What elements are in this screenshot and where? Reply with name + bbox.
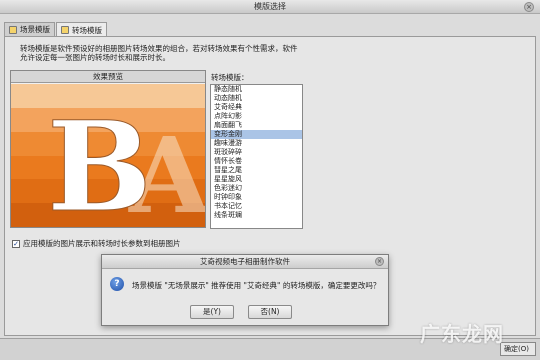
description-line-2: 允许设定每一张图片的转场时长和展示时长。 — [20, 53, 170, 62]
description-text: 转场模版是软件预设好的相册图片转场效果的组合，若对转场效果有个性需求，软件 允许… — [20, 44, 320, 62]
yes-button[interactable]: 是(Y) — [190, 305, 234, 319]
tab-bar: 场景模版 转场模版 — [4, 22, 108, 37]
apply-params-label: 应用模版的图片展示和转场时长参数到相册图片 — [23, 239, 181, 248]
tab-label: 转场模版 — [72, 25, 102, 35]
window-titlebar: 模版选择 × — [0, 0, 540, 14]
window-title: 模版选择 — [254, 2, 286, 11]
transition-list-item[interactable]: 点阵幻影 — [211, 112, 302, 121]
transition-list-item[interactable]: 斑驳碎碎 — [211, 148, 302, 157]
transition-list-item[interactable]: 色彩迷幻 — [211, 184, 302, 193]
scene-template-icon — [9, 25, 17, 34]
transition-list-item[interactable]: 彗星之尾 — [211, 166, 302, 175]
preview-image: A B — [11, 84, 205, 227]
template-selection-window: 模版选择 × 场景模版 转场模版 转场模版是软件预设好的相册图片转场效果的组合，… — [0, 0, 540, 360]
transition-list-item[interactable]: 动态随机 — [211, 94, 302, 103]
dialog-titlebar: 艾奇视频电子相册制作软件 × — [102, 255, 388, 269]
effect-preview-box: 效果预览 A B — [10, 70, 206, 228]
window-close-button[interactable]: × — [524, 2, 534, 12]
watermark-text: 广东龙网 — [420, 322, 504, 346]
transition-list-item[interactable]: 线条斑斓 — [211, 211, 302, 220]
question-icon: ? — [110, 277, 124, 291]
dialog-close-button[interactable]: × — [375, 257, 384, 266]
transition-list-item[interactable]: 艾奇经典 — [211, 103, 302, 112]
preview-letters: A B — [47, 95, 206, 228]
transition-template-icon — [61, 26, 69, 34]
preview-letter-main: B — [47, 95, 152, 227]
transition-list-item[interactable]: 趣味漫游 — [211, 139, 302, 148]
transition-list-label: 转场模版： — [211, 73, 249, 82]
dialog-title: 艾奇视频电子相册制作软件 — [200, 257, 290, 266]
confirm-dialog: 艾奇视频电子相册制作软件 × ? 场景模版 "无场景展示" 推荐使用 "艾奇经典… — [101, 254, 389, 326]
transition-list-item[interactable]: 静态随机 — [211, 85, 302, 94]
apply-params-checkbox[interactable]: ✓ — [12, 239, 20, 248]
close-icon: × — [526, 2, 532, 11]
preview-title: 效果预览 — [11, 71, 205, 83]
tab-transition-templates[interactable]: 转场模版 — [56, 22, 107, 37]
transition-list-item[interactable]: 星星旋风 — [211, 175, 302, 184]
transition-template-list[interactable]: 静态随机 动态随机 艾奇经典 点阵幻影 扇面翻飞 变形金刚 趣味漫游 斑驳碎碎 情怀长卷 彗星之尾… — [210, 84, 303, 229]
description-line-1: 转场模版是软件预设好的相册图片转场效果的组合，若对转场效果有个性需求，软件 — [20, 44, 298, 53]
tab-scene-templates[interactable]: 场景模版 — [4, 22, 55, 36]
tab-label: 场景模版 — [20, 25, 50, 34]
close-icon: × — [376, 258, 383, 265]
dialog-message: 场景模版 "无场景展示" 推荐使用 "艾奇经典" 的转场模版，确定要更改吗？ — [132, 281, 381, 290]
transition-list-item[interactable]: 情怀长卷 — [211, 157, 302, 166]
no-button[interactable]: 否(N) — [248, 305, 292, 319]
transition-list-item[interactable]: 扇面翻飞 — [211, 121, 302, 130]
ok-button[interactable]: 确定(O) — [500, 342, 536, 356]
transition-list-item[interactable]: 时钟印象 — [211, 193, 302, 202]
transition-list-item[interactable]: 变形金刚 — [211, 130, 302, 139]
apply-params-row[interactable]: ✓ 应用模版的图片展示和转场时长参数到相册图片 — [12, 238, 181, 249]
transition-list-item[interactable]: 书本记忆 — [211, 202, 302, 211]
